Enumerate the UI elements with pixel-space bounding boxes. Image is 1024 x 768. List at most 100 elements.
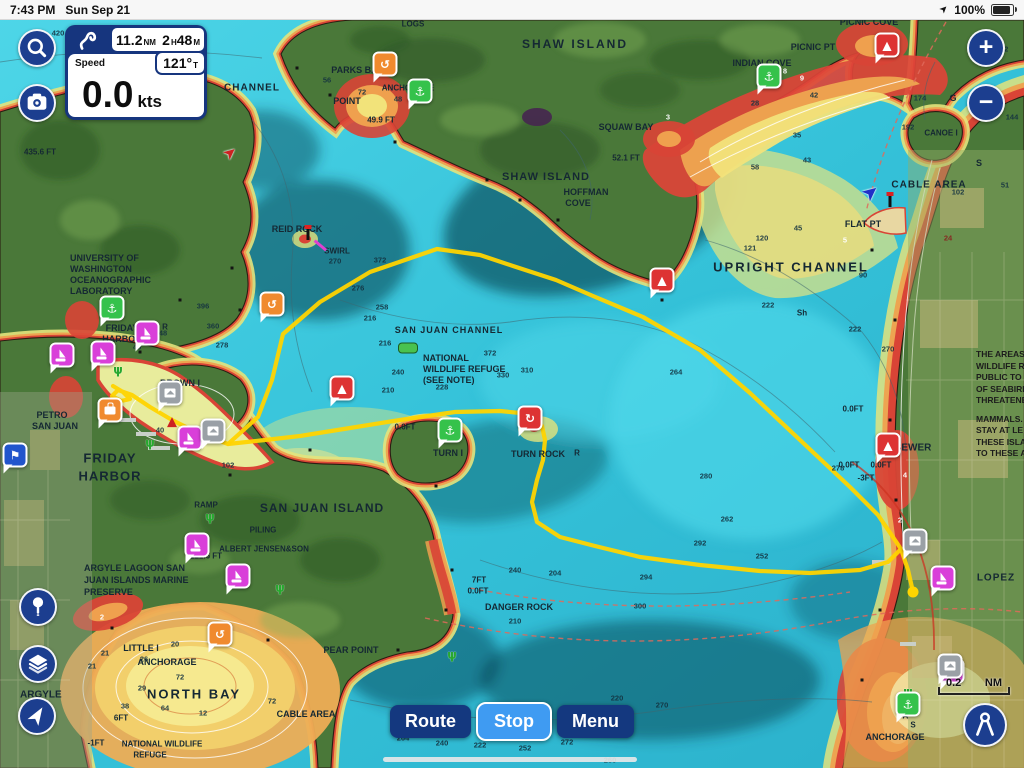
marina-icon[interactable] xyxy=(931,566,956,591)
community-edit-icon[interactable]: ↺ xyxy=(208,622,233,647)
marina-icon[interactable] xyxy=(91,341,116,366)
note-line: OF SEABIRD xyxy=(976,384,1024,396)
map-label: DANGER ROCK xyxy=(485,602,553,612)
map-label: TURN ROCK xyxy=(511,449,565,459)
chart-symbol xyxy=(861,679,864,682)
depth-sounding: 222 xyxy=(474,741,487,750)
minus-icon: − xyxy=(979,90,994,115)
map-label: CANOE I xyxy=(924,129,957,138)
depth-sounding: 58 xyxy=(751,163,759,172)
route-button[interactable]: Route xyxy=(390,705,471,738)
note-line: THESE ISLA xyxy=(976,437,1024,449)
anchorage-icon[interactable]: ⚓ xyxy=(438,418,463,443)
stop-button[interactable]: Stop xyxy=(476,702,552,741)
community-edit-icon[interactable]: ↺ xyxy=(260,292,285,317)
chart-symbol xyxy=(445,609,448,612)
map-label: JUAN ISLANDS MARINE xyxy=(84,575,189,585)
depth-sounding: 240 xyxy=(392,368,405,377)
community-edit-icon[interactable]: ↺ xyxy=(373,52,398,77)
depth-sounding: 72 xyxy=(176,673,184,682)
zoom-out-button[interactable]: − xyxy=(967,84,1005,122)
depth-sounding: 360 xyxy=(207,322,220,331)
tidal-current-icon[interactable]: ↻ xyxy=(518,406,543,431)
depth-sounding: 310 xyxy=(521,366,534,375)
fish-haven-icon xyxy=(398,343,418,354)
depth-sounding: 20 xyxy=(171,640,179,649)
depth-sounding: 174 xyxy=(914,94,927,103)
depth-sounding: 28 xyxy=(751,99,759,108)
services-icon[interactable] xyxy=(98,398,123,423)
divider-tool-icon xyxy=(966,706,1004,744)
location-services-icon: ➤ xyxy=(937,3,951,17)
pin-button[interactable] xyxy=(19,588,57,626)
map-label: NATIONAL xyxy=(423,353,469,363)
search-icon xyxy=(20,30,54,66)
chart-symbol xyxy=(179,299,182,302)
map-label: 0.0FT xyxy=(839,461,860,470)
chart-symbol xyxy=(894,319,897,322)
depth-sounding: 210 xyxy=(382,386,395,395)
camera-icon xyxy=(20,85,54,121)
depth-sounding: 216 xyxy=(379,339,392,348)
layers-button[interactable] xyxy=(19,645,57,683)
note-line: TO THESE A xyxy=(976,448,1024,460)
depth-sounding: 252 xyxy=(756,552,769,561)
map-label: LOGS xyxy=(402,20,425,29)
photo-icon[interactable] xyxy=(938,654,963,679)
hazard-icon[interactable]: ▲ xyxy=(650,268,675,293)
depth-sounding: 252 xyxy=(519,744,532,753)
depth-sounding: 372 xyxy=(484,349,497,358)
depth-sounding: 12 xyxy=(199,709,207,718)
locate-button[interactable] xyxy=(18,697,56,735)
depth-sounding: 24 xyxy=(944,234,952,243)
zoom-in-button[interactable]: + xyxy=(967,29,1005,67)
map-label: REFUGE xyxy=(133,751,166,760)
trip-data-widget[interactable]: 11.2NM 2H48M Speed 0.0kts 121°T xyxy=(65,25,207,120)
speed-label: Speed xyxy=(75,58,105,69)
hazard-icon[interactable]: ▲ xyxy=(330,376,355,401)
hazard-icon[interactable]: ▲ xyxy=(876,433,901,458)
hazard-icon[interactable]: ▲ xyxy=(875,33,900,58)
depth-sounding: 270 xyxy=(329,257,342,266)
depth-sounding: 270 xyxy=(656,701,669,710)
map-label: ARGYLE LAGOON SAN xyxy=(84,563,185,573)
map-label: ANCHORAGE xyxy=(137,657,196,667)
depth-sounding: 222 xyxy=(762,301,775,310)
depth-sounding: 280 xyxy=(700,472,713,481)
map-label: SQUAW BAY xyxy=(599,122,654,132)
marina-icon[interactable] xyxy=(178,426,203,451)
chart-note-text: THE AREASWILDLIFE REPUBLIC TO POF SEABIR… xyxy=(976,349,1024,467)
marina-icon[interactable] xyxy=(226,564,251,589)
flag-icon[interactable]: ⚑ xyxy=(3,443,28,468)
marina-icon[interactable] xyxy=(185,533,210,558)
depth-sounding: 48 xyxy=(394,95,402,104)
map-label: WILDLIFE REFUGE xyxy=(423,364,506,374)
distance-tool-button[interactable] xyxy=(963,703,1007,747)
map-label: UNIVERSITY OF xyxy=(70,253,139,263)
camera-button[interactable] xyxy=(18,84,56,122)
daybeacon-icon: ▲ xyxy=(167,415,177,430)
map-label: 435.6 FT xyxy=(24,148,56,157)
search-button[interactable] xyxy=(18,29,56,67)
status-date: Sun Sep 21 xyxy=(65,3,130,17)
marina-icon[interactable] xyxy=(50,343,75,368)
battery-percent: 100% xyxy=(954,3,985,17)
anchorage-icon[interactable]: ⚓ xyxy=(757,64,782,89)
anchorage-icon[interactable]: ⚓ xyxy=(100,296,125,321)
anchorage-icon[interactable]: ⚓ xyxy=(408,79,433,104)
navigation-arrow-icon xyxy=(20,698,54,734)
photo-icon[interactable] xyxy=(158,381,183,406)
menu-button[interactable]: Menu xyxy=(557,705,634,738)
depth-sounding: 5 xyxy=(843,236,847,245)
photo-icon[interactable] xyxy=(201,419,226,444)
marina-icon[interactable] xyxy=(135,321,160,346)
home-indicator[interactable] xyxy=(383,757,637,762)
map-label: 0.0FT xyxy=(395,423,416,432)
depth-sounding: 144 xyxy=(1006,113,1019,122)
anchorage-icon[interactable]: ⚓ xyxy=(896,692,921,717)
map-label: SHAW ISLAND xyxy=(522,37,628,51)
depth-sounding: 270 xyxy=(882,345,895,354)
photo-icon[interactable] xyxy=(903,529,928,554)
depth-sounding: 300 xyxy=(634,602,647,611)
map-label: HOFFMAN xyxy=(564,187,609,197)
